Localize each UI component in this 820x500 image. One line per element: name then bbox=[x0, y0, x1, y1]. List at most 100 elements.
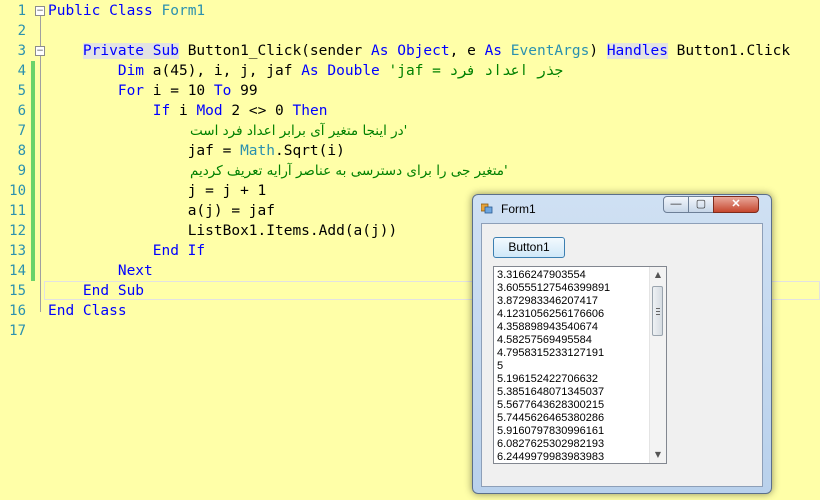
list-item[interactable]: 4.58257569495584 bbox=[497, 334, 647, 347]
listbox-scrollbar[interactable]: ▲ ▼ bbox=[649, 267, 666, 463]
keyword: As bbox=[371, 43, 389, 59]
type-name: EventArgs bbox=[510, 43, 590, 59]
code-line-8: jaf = Math.Sqrt(i) bbox=[48, 141, 345, 161]
listbox1[interactable]: 3.3166247903554 3.60555127546399891 3.87… bbox=[493, 266, 667, 464]
code-text: Button1.Click bbox=[676, 43, 791, 59]
keyword: Then bbox=[292, 103, 328, 119]
button1[interactable]: Button1 bbox=[493, 237, 565, 258]
list-item[interactable]: 5.3851648071345037 bbox=[497, 386, 647, 399]
list-item[interactable]: 6.2449979983983983 bbox=[497, 451, 647, 463]
keyword: Mod bbox=[196, 103, 223, 119]
code-line-7-comment: 'در اینجا متغیر آی برابر اعداد فرد است bbox=[190, 123, 408, 139]
code-line-13: End If bbox=[48, 241, 205, 261]
code-line-10: j = j + 1 bbox=[48, 181, 267, 201]
keyword: Handles bbox=[606, 43, 668, 59]
list-item[interactable]: 5.196152422706632 bbox=[497, 373, 647, 386]
list-item[interactable]: 4.1231056256176606 bbox=[497, 308, 647, 321]
changed-lines-bar bbox=[31, 61, 35, 281]
collapse-class-icon[interactable]: − bbox=[35, 6, 45, 16]
line-number: 13 bbox=[9, 243, 26, 259]
line-number: 1 bbox=[17, 3, 26, 19]
line-number: 10 bbox=[9, 183, 26, 199]
keyword: End Class bbox=[48, 303, 127, 319]
keyword: To bbox=[213, 83, 232, 99]
keyword: Public Class bbox=[48, 3, 153, 19]
line-number: 2 bbox=[17, 23, 26, 39]
collapse-sub-icon[interactable]: − bbox=[35, 46, 45, 56]
type-name: Object bbox=[397, 43, 450, 59]
list-item[interactable]: 4.7958315233127191 bbox=[497, 347, 647, 360]
line-number: 8 bbox=[17, 143, 26, 159]
close-button[interactable]: ✕ bbox=[713, 196, 759, 213]
form-client-area: Button1 3.3166247903554 3.60555127546399… bbox=[481, 223, 763, 487]
class-outline-line bbox=[40, 16, 41, 312]
list-item[interactable]: 5 bbox=[497, 360, 647, 373]
keyword: For bbox=[117, 83, 145, 99]
line-number: 4 bbox=[17, 63, 26, 79]
code-text: i bbox=[178, 103, 188, 119]
code-text: a(45), i, j, jaf bbox=[152, 63, 293, 79]
code-text: 99 bbox=[240, 83, 258, 99]
window-titlebar[interactable]: Form1 — ▢ ✕ bbox=[473, 195, 771, 221]
list-item[interactable]: 3.872983346207417 bbox=[497, 295, 647, 308]
list-item[interactable]: 4.358898943540674 bbox=[497, 321, 647, 334]
keyword: Private Sub bbox=[82, 43, 179, 59]
line-number: 14 bbox=[9, 263, 26, 279]
code-line-9-comment: 'متغیر جی را برای دسترسی به عناصر آرایه … bbox=[190, 163, 508, 179]
line-number: 16 bbox=[9, 303, 26, 319]
code-text: ) bbox=[589, 43, 599, 59]
keyword: As bbox=[484, 43, 503, 59]
maximize-icon: ▢ bbox=[695, 198, 707, 210]
close-icon: ✕ bbox=[731, 198, 741, 210]
code-line-1: Public Class Form1 bbox=[48, 1, 205, 21]
form1-window[interactable]: Form1 — ▢ ✕ Button1 3.3166247903554 3.60… bbox=[472, 194, 772, 494]
code-line-12: ListBox1.Items.Add(a(j)) bbox=[48, 221, 398, 241]
keyword: As bbox=[301, 63, 319, 79]
line-number: 12 bbox=[9, 223, 26, 239]
scrollbar-thumb[interactable] bbox=[652, 286, 663, 336]
thumb-grip bbox=[656, 311, 660, 312]
scroll-up-icon[interactable]: ▲ bbox=[650, 267, 666, 283]
code-line-16: End Class bbox=[48, 301, 127, 321]
code-line-3: Private Sub Button1_Click(sender As Obje… bbox=[48, 41, 790, 61]
code-text: i = 10 bbox=[152, 83, 206, 99]
thumb-grip bbox=[656, 314, 660, 315]
list-item[interactable]: 3.60555127546399891 bbox=[497, 282, 647, 295]
keyword: Dim bbox=[117, 63, 145, 79]
code-text: ListBox1.Items.Add(a(j)) bbox=[187, 223, 398, 239]
list-item[interactable]: 5.7445626465380286 bbox=[497, 412, 647, 425]
comment: 'jaf = جذر اعداد فرد bbox=[388, 63, 564, 79]
window-title: Form1 bbox=[501, 202, 536, 216]
keyword: Next bbox=[117, 263, 153, 279]
keyword: End If bbox=[152, 243, 206, 259]
code-line-11: a(j) = jaf bbox=[48, 201, 275, 221]
code-text: 2 <> 0 bbox=[231, 103, 284, 119]
line-number: 9 bbox=[17, 163, 26, 179]
line-number: 5 bbox=[17, 83, 26, 99]
code-text: j = j + 1 bbox=[187, 183, 267, 199]
winforms-app-icon bbox=[481, 203, 493, 214]
type-name: Form1 bbox=[161, 3, 206, 19]
line-number: 17 bbox=[9, 323, 26, 339]
line-number: 11 bbox=[9, 203, 26, 219]
list-item[interactable]: 5.5677643628300215 bbox=[497, 399, 647, 412]
list-item[interactable]: 6.0827625302982193 bbox=[497, 438, 647, 451]
line-number: 7 bbox=[17, 123, 26, 139]
code-line-4: Dim a(45), i, j, jaf As Double 'jaf = جذ… bbox=[48, 61, 563, 81]
type-name: Math bbox=[240, 143, 275, 159]
list-item[interactable]: 3.3166247903554 bbox=[497, 269, 647, 282]
minimize-button[interactable]: — bbox=[663, 196, 689, 213]
code-text: a(j) = jaf bbox=[187, 203, 275, 219]
code-text: Button1_Click(sender bbox=[187, 43, 363, 59]
thumb-grip bbox=[656, 308, 660, 309]
code-text: jaf = bbox=[187, 143, 232, 159]
keyword: If bbox=[152, 103, 171, 119]
maximize-button[interactable]: ▢ bbox=[688, 196, 714, 213]
code-line-6: If i Mod 2 <> 0 Then bbox=[48, 101, 328, 121]
keyword: Double bbox=[327, 63, 380, 79]
code-line-15: End Sub bbox=[48, 281, 144, 301]
line-number: 15 bbox=[9, 283, 26, 299]
scroll-down-icon[interactable]: ▼ bbox=[650, 447, 666, 463]
code-text: .Sqrt(i) bbox=[275, 143, 345, 159]
list-item[interactable]: 5.9160797830996161 bbox=[497, 425, 647, 438]
